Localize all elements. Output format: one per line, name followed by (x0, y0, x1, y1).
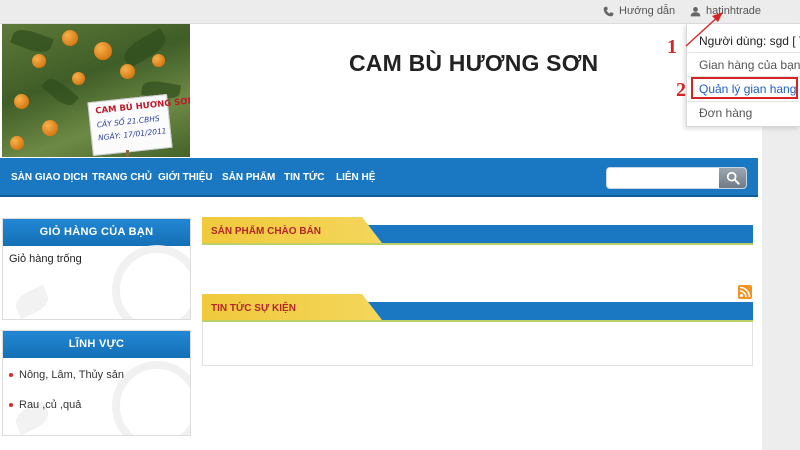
nav-item-home[interactable]: TRANG CHỦ (92, 172, 152, 183)
banner-sign: CAM BÙ HƯƠNG SƠN CÂY SỐ 21.CBHS NGÀY: 17… (87, 93, 190, 157)
nav-item-products[interactable]: SẢN PHẨM (222, 172, 275, 183)
page-container: CAM BÙ HƯƠNG SƠN CÂY SỐ 21.CBHS NGÀY: 17… (0, 24, 762, 450)
search-box (606, 167, 747, 189)
cart-box-title: GIỎ HÀNG CỦA BẠN (3, 219, 190, 246)
bullet-icon (9, 373, 13, 377)
user-account-link[interactable]: hatinhtrade (690, 5, 761, 17)
menu-item-orders[interactable]: Đơn hàng (699, 106, 752, 120)
categories-box-title: LĨNH VỰC (3, 331, 190, 358)
annotation-step-1: 1 (667, 36, 677, 58)
search-icon (726, 171, 740, 185)
site-title: CAM BÙ HƯƠNG SƠN (349, 50, 599, 76)
news-panel-body (202, 322, 753, 366)
top-bar: Hướng dẫn hatinhtrade (0, 0, 800, 24)
category-item[interactable]: Rau ,củ ,quả (9, 399, 81, 411)
user-info-line: Người dùng: sgd [ Th (699, 34, 800, 48)
menu-item-manage-store[interactable]: Quản lý gian hang (699, 82, 796, 96)
page-gutter (762, 127, 800, 450)
sign-line-3: NGÀY: 17/01/2011 (97, 126, 167, 143)
offers-panel-title: SẢN PHẨM CHÀO BÁN (211, 226, 321, 237)
annotation-step-2: 2 (676, 79, 686, 101)
nav-item-contact[interactable]: LIÊN HỆ (336, 172, 375, 183)
news-panel-header: TIN TỨC SỰ KIỆN (202, 294, 753, 322)
menu-item-my-store[interactable]: Gian hàng của bạn (699, 58, 800, 72)
username-label: hatinhtrade (706, 5, 762, 17)
nav-item-news[interactable]: TIN TỨC (284, 172, 325, 183)
bullet-icon (9, 403, 13, 407)
guide-link[interactable]: Hướng dẫn (603, 5, 675, 17)
cart-empty-text: Giỏ hàng trống (9, 253, 82, 265)
banner-image: CAM BÙ HƯƠNG SƠN CÂY SỐ 21.CBHS NGÀY: 17… (2, 24, 190, 157)
search-button[interactable] (719, 168, 746, 188)
offers-panel-body (202, 245, 753, 285)
category-item[interactable]: Nông, Lâm, Thủy sản (9, 369, 124, 381)
phone-icon (603, 6, 614, 16)
nav-item-exchange[interactable]: SÀN GIAO DỊCH (11, 172, 88, 183)
site-header: CAM BÙ HƯƠNG SƠN CÂY SỐ 21.CBHS NGÀY: 17… (0, 24, 762, 158)
search-input[interactable] (607, 168, 721, 188)
news-panel-title: TIN TỨC SỰ KIỆN (211, 303, 296, 314)
category-item-label: Nông, Lâm, Thủy sản (19, 369, 124, 381)
user-menu-dropdown: Người dùng: sgd [ Th Gian hàng của bạn Q… (686, 24, 800, 127)
offers-panel-header: SẢN PHẨM CHÀO BÁN (202, 217, 753, 245)
user-icon (690, 6, 701, 16)
categories-box: LĨNH VỰC Nông, Lâm, Thủy sản Rau ,củ ,qu… (2, 330, 191, 436)
main-nav: SÀN GIAO DỊCH TRANG CHỦ GIỚI THIỆU SẢN P… (0, 158, 758, 197)
category-item-label: Rau ,củ ,quả (19, 399, 82, 411)
nav-item-about[interactable]: GIỚI THIỆU (158, 172, 213, 183)
guide-link-label: Hướng dẫn (619, 5, 676, 17)
cart-box: GIỎ HÀNG CỦA BẠN Giỏ hàng trống (2, 218, 191, 320)
